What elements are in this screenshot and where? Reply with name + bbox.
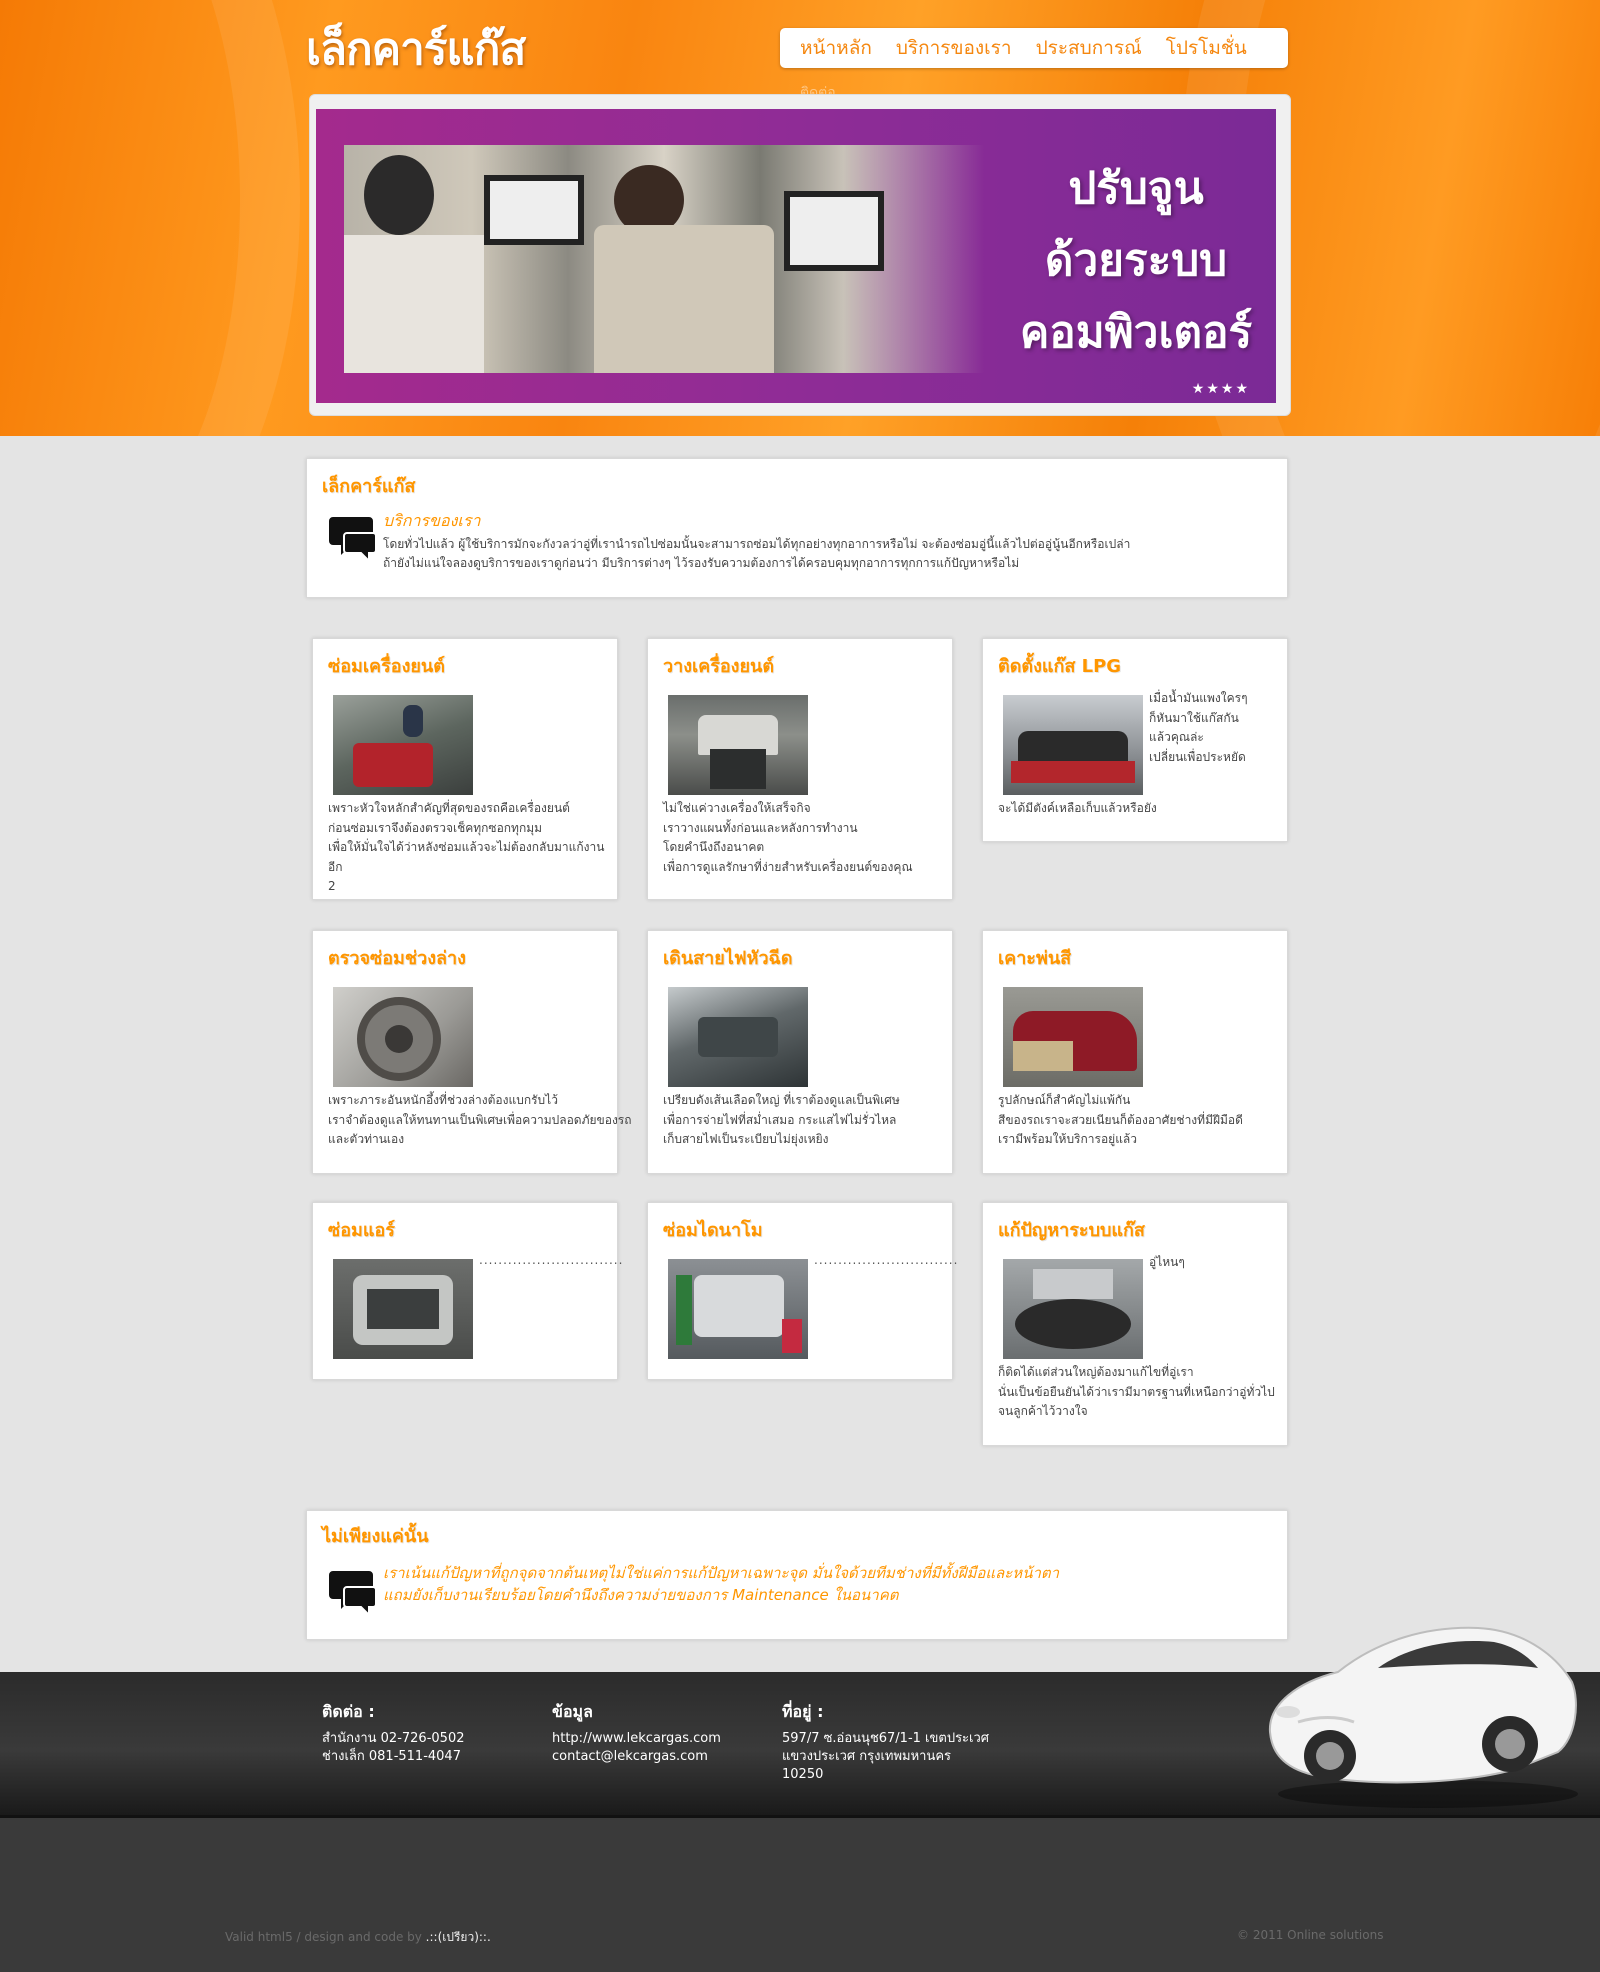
service-title: ซ่อมแอร์ [328, 1220, 395, 1241]
service-card-injector-wiring: เดินสายไฟหัวฉีด เปรียบดังเส้นเลือดใหญ่ ท… [647, 930, 953, 1174]
banner-line: คอมพิวเตอร์ [1019, 307, 1253, 358]
service-card-lpg-install: ติดตั้งแก๊ส LPG เมื่อน้ำมันแพงใครๆ ก็หันม… [982, 638, 1288, 842]
slider-dots[interactable]: ★★★★ [1192, 381, 1250, 397]
intro-text: โดยทั่วไปแล้ว ผู้ใช้บริการมักจะกังวลว่าอ… [383, 537, 1131, 551]
service-desc: เพราะภาระอันหนักอึ้งที่ช่วงล่างต้องแบกรั… [328, 1093, 632, 1146]
service-desc: รูปลักษณ์ก็สำคัญไม่แพ้กัน สีของรถเราจะสวย… [998, 1093, 1243, 1146]
footer-address: 597/7 ซ.อ่อนนุช67/1-1 เขตประเวศ แขวงประเว… [782, 1731, 990, 1782]
banner-line: ปรับจูน [1068, 163, 1204, 214]
service-photo [1003, 695, 1143, 795]
banner-photo-technicians [344, 145, 984, 373]
service-desc: ก็ติดได้แต่ส่วนใหญ่ต้องมาแก้ไขที่อู่เราน… [998, 1365, 1275, 1418]
nav-experience[interactable]: ประสบการณ์ [1036, 36, 1142, 60]
service-desc: เพราะหัวใจหลักสำคัญที่สุดของรถคือเครื่อง… [328, 801, 605, 893]
service-card-engine-install: วางเครื่องยนต์ ไม่ใช่แค่วางเครื่องให้เสร… [647, 638, 953, 900]
header-swirl [0, 0, 300, 436]
more-text: เราเน้นแก้ปัญหาที่ถูกจุดจากต้นเหตุไม่ใช่… [383, 1564, 1060, 1582]
service-card-gas-fix: แก้ปัญหาระบบแก๊ส อู่ไหนๆ ก็ติดได้แต่ส่วน… [982, 1202, 1288, 1446]
banner-slider: ปรับจูน ด้วยระบบ คอมพิวเตอร์ ★★★★ [309, 94, 1291, 416]
site-logo[interactable]: เล็กคาร์แก๊ส [306, 14, 526, 84]
service-title: วางเครื่องยนต์ [663, 656, 775, 677]
service-title: เดินสายไฟหัวฉีด [663, 948, 793, 969]
nav-services[interactable]: บริการของเรา [896, 36, 1012, 60]
service-photo [333, 1259, 473, 1359]
footer-address-title: ที่อยู่ : [782, 1702, 824, 1721]
service-side-text: .............................. [479, 1253, 624, 1267]
nav-home[interactable]: หน้าหลัก [800, 36, 872, 60]
service-card-dynamo: ซ่อมไดนาโม .............................… [647, 1202, 957, 1380]
service-photo [668, 695, 808, 795]
main-nav: หน้าหลัก บริการของเรา ประสบการณ์ โปรโมชั… [780, 28, 1288, 68]
banner-line: ด้วยระบบ [1044, 235, 1228, 286]
service-photo [668, 987, 808, 1087]
credit-name: .::(เปรียว)::. [425, 1930, 491, 1944]
intro-subtitle: บริการของเรา [383, 511, 481, 530]
service-desc: เปรียบดังเส้นเลือดใหญ่ ที่เราต้องดูแลเป็… [663, 1093, 900, 1146]
intro-text: ถ้ายังไม่แน่ใจลองดูบริการของเราดูก่อนว่า… [383, 556, 1020, 570]
copyright: © 2011 Online solutions [1237, 1928, 1384, 1942]
more-text: แถมยังเก็บงานเรียบร้อยโดยคำนึงถึงความง่า… [383, 1586, 899, 1604]
bottom-bar: Valid html5 / design and code by .::(เปร… [0, 1818, 1600, 1972]
intro-panel: เล็กคาร์แก๊ส บริการของเรา โดยทั่วไปแล้ว … [306, 458, 1288, 598]
footer-info-title: ข้อมูล [552, 1702, 593, 1721]
credit: Valid html5 / design and code by .::(เปร… [225, 1930, 491, 1944]
more-panel: ไม่เพียงแค่นั้น เราเน้นแก้ปัญหาที่ถูกจุด… [306, 1510, 1288, 1640]
footer-web-link[interactable]: http://www.lekcargas.com [552, 1731, 721, 1746]
footer-contact: สำนักงาน 02-726-0502 ช่างเล็ก 081-511-404… [322, 1731, 465, 1764]
footer-email-link[interactable]: contact@lekcargas.com [552, 1749, 708, 1764]
service-card-suspension: ตรวจซ่อมช่วงล่าง เพราะภาระอันหนักอึ้งที่… [312, 930, 632, 1174]
service-photo [1003, 987, 1143, 1087]
footer-contact-title: ติดต่อ : [322, 1702, 375, 1721]
nav-promotion[interactable]: โปรโมชั่น [1166, 36, 1247, 60]
service-photo [668, 1259, 808, 1359]
header: เล็กคาร์แก๊ส หน้าหลัก บริการของเรา ประสบ… [0, 0, 1600, 436]
service-title: เคาะพ่นสี [998, 948, 1072, 969]
service-title: ติดตั้งแก๊ส LPG [998, 656, 1122, 677]
more-title: ไม่เพียงแค่นั้น [322, 1526, 429, 1547]
sports-car-image [1268, 1626, 1578, 1808]
service-photo [1003, 1259, 1143, 1359]
service-title: ซ่อมเครื่องยนต์ [328, 656, 445, 677]
service-photo [333, 987, 473, 1087]
banner-slide: ปรับจูน ด้วยระบบ คอมพิวเตอร์ ★★★★ [316, 109, 1276, 403]
service-card-engine-repair: ซ่อมเครื่องยนต์ เพราะหัวใจหลักสำคัญที่สุ… [312, 638, 618, 900]
service-title: ซ่อมไดนาโม [663, 1220, 763, 1241]
intro-title: เล็กคาร์แก๊ส [322, 476, 416, 497]
service-card-paint: เคาะพ่นสี รูปลักษณ์ก็สำคัญไม่แพ้กัน สีของ… [982, 930, 1288, 1174]
service-side-text: เมื่อน้ำมันแพงใครๆ ก็หันมาใช้แก๊สกัน แล้วค… [1149, 691, 1248, 764]
speech-bubble-icon [329, 517, 377, 563]
service-photo [333, 695, 473, 795]
service-desc: ไม่ใช่แค่วางเครื่องให้เสร็จกิจ เราวางแผนท… [663, 801, 913, 874]
speech-bubble-icon [329, 1571, 377, 1617]
banner-headline: ปรับจูน ด้วยระบบ คอมพิวเตอร์ [976, 153, 1276, 369]
service-side-text: .............................. [814, 1253, 959, 1267]
service-card-aircon: ซ่อมแอร์ .............................. [312, 1202, 622, 1380]
service-side-text: อู่ไหนๆ [1149, 1255, 1185, 1269]
service-desc: จะได้มีตังค์เหลือเก็บแล้วหรือยัง [998, 801, 1157, 815]
footer-info: http://www.lekcargas.com contact@lekcarg… [552, 1730, 721, 1766]
service-title: ตรวจซ่อมช่วงล่าง [328, 948, 466, 969]
service-title: แก้ปัญหาระบบแก๊ส [998, 1220, 1145, 1241]
